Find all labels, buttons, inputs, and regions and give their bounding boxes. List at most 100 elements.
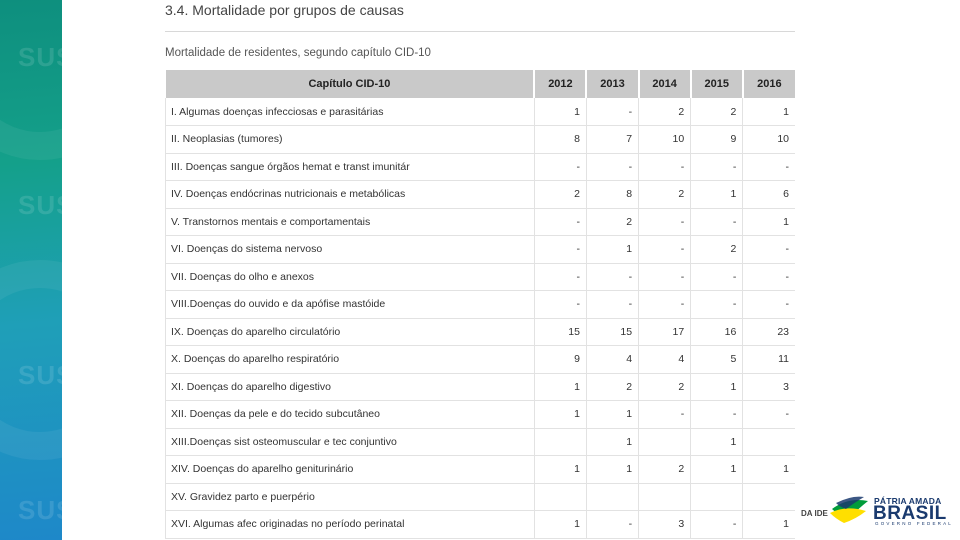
- year-value-cell: 1: [742, 510, 795, 539]
- year-value-cell: 5: [690, 345, 744, 374]
- year-value-cell: [638, 428, 692, 456]
- year-value-cell: -: [534, 208, 587, 236]
- year-value-cell: 17: [638, 318, 692, 346]
- year-value-cell: 2: [586, 208, 640, 236]
- chapter-cell: I. Algumas doenças infecciosas e parasit…: [165, 98, 535, 126]
- year-value-cell: -: [586, 98, 640, 126]
- year-value-cell: -: [742, 290, 795, 319]
- year-value-cell: 1: [742, 98, 795, 126]
- header-cell: 2016: [742, 70, 795, 98]
- table-row: III. Doenças sangue órgãos hemat e trans…: [165, 153, 795, 181]
- year-value-cell: 10: [742, 125, 795, 154]
- patria-amada-brasil-logo: PÁTRIA AMADA BRASIL GOVERNO FEDERAL: [828, 494, 951, 528]
- year-value-cell: -: [638, 263, 692, 291]
- logo-line-3: GOVERNO FEDERAL: [875, 521, 954, 526]
- chapter-cell: XII. Doenças da pele e do tecido subcutâ…: [165, 400, 535, 429]
- year-value-cell: [690, 483, 744, 511]
- year-value-cell: -: [586, 263, 640, 291]
- chapter-cell: II. Neoplasias (tumores): [165, 125, 535, 154]
- table-row: I. Algumas doenças infecciosas e parasit…: [165, 98, 795, 126]
- year-value-cell: 1: [534, 373, 587, 401]
- year-value-cell: 1: [534, 510, 587, 539]
- year-value-cell: 1: [742, 208, 795, 236]
- chapter-cell: III. Doenças sangue órgãos hemat e trans…: [165, 153, 535, 181]
- year-value-cell: 2: [638, 180, 692, 209]
- year-value-cell: 9: [534, 345, 587, 374]
- chapter-cell: XIII.Doenças sist osteomuscular e tec co…: [165, 428, 535, 456]
- watermark: SUS: [18, 42, 62, 72]
- year-value-cell: 1: [690, 180, 744, 209]
- section-title: 3.4. Mortalidade por grupos de causas: [165, 2, 404, 18]
- header-cell: 2015: [690, 70, 744, 98]
- year-value-cell: 7: [586, 125, 640, 154]
- year-value-cell: 16: [690, 318, 744, 346]
- watermark: SUS: [18, 190, 62, 220]
- table-header-row: Capítulo CID-10 2012 2013 2014 2015 2016: [165, 70, 795, 98]
- table-row: II. Neoplasias (tumores) 8 7 10 9 10: [165, 125, 795, 154]
- year-value-cell: -: [742, 235, 795, 264]
- side-panel: SUS SUS SUS SUS: [0, 0, 62, 540]
- table-row: VI. Doenças do sistema nervoso -1-2-: [165, 235, 795, 264]
- decorative-arc: [0, 0, 62, 160]
- year-value-cell: 1: [586, 400, 640, 429]
- table-row: XI. Doenças do aparelho digestivo 1 2 2 1 3: [165, 373, 795, 401]
- year-value-cell: 9: [690, 125, 744, 154]
- year-value-cell: [534, 483, 587, 511]
- year-value-cell: -: [638, 153, 692, 181]
- year-value-cell: -: [638, 400, 692, 429]
- year-value-cell: 2: [690, 98, 744, 126]
- year-value-cell: [742, 483, 795, 511]
- chapter-cell: XVI. Algumas afec originadas no período …: [165, 510, 535, 539]
- year-value-cell: 11: [742, 345, 795, 374]
- year-value-cell: -: [690, 208, 744, 236]
- year-value-cell: 2: [638, 373, 692, 401]
- year-value-cell: -: [690, 400, 744, 429]
- table-row: VIII.Doenças do ouvido e da apófise mast…: [165, 290, 795, 319]
- year-value-cell: 1: [690, 373, 744, 401]
- year-value-cell: 1: [586, 428, 640, 456]
- chapter-cell: XI. Doenças do aparelho digestivo: [165, 373, 535, 401]
- chapter-cell: VII. Doenças do olho e anexos: [165, 263, 535, 291]
- chapter-cell: V. Transtornos mentais e comportamentais: [165, 208, 535, 236]
- title-divider: [165, 31, 795, 32]
- year-value-cell: 1: [742, 455, 795, 484]
- table-body: I. Algumas doenças infecciosas e parasit…: [165, 98, 795, 539]
- watermark: SUS: [18, 495, 62, 525]
- year-value-cell: -: [690, 510, 744, 539]
- chapter-cell: XIV. Doenças do aparelho geniturinário: [165, 455, 535, 484]
- year-value-cell: -: [534, 290, 587, 319]
- year-value-cell: 2: [638, 455, 692, 484]
- chapter-cell: XV. Gravidez parto e puerpério: [165, 483, 535, 511]
- year-value-cell: 1: [534, 98, 587, 126]
- year-value-cell: 2: [638, 98, 692, 126]
- year-value-cell: -: [742, 400, 795, 429]
- year-value-cell: 10: [638, 125, 692, 154]
- partial-label: DA IDE: [801, 509, 828, 518]
- year-value-cell: 1: [690, 428, 744, 456]
- year-value-cell: -: [690, 290, 744, 319]
- year-value-cell: 1: [534, 400, 587, 429]
- year-value-cell: 2: [534, 180, 587, 209]
- year-value-cell: 2: [586, 373, 640, 401]
- table-row: IX. Doenças do aparelho circulatório 15 15…: [165, 318, 795, 346]
- year-value-cell: 3: [742, 373, 795, 401]
- table-row: XV. Gravidez parto e puerpério: [165, 483, 795, 511]
- year-value-cell: -: [638, 290, 692, 319]
- year-value-cell: [638, 483, 692, 511]
- year-value-cell: 1: [690, 455, 744, 484]
- chapter-cell: VIII.Doenças do ouvido e da apófise mast…: [165, 290, 535, 319]
- year-value-cell: 6: [742, 180, 795, 209]
- table-row: XIII.Doenças sist osteomuscular e tec co…: [165, 428, 795, 456]
- year-value-cell: -: [638, 208, 692, 236]
- year-value-cell: -: [534, 263, 587, 291]
- year-value-cell: [742, 428, 795, 456]
- year-value-cell: 8: [534, 125, 587, 154]
- year-value-cell: 2: [690, 235, 744, 264]
- year-value-cell: 15: [534, 318, 587, 346]
- chapter-cell: IV. Doenças endócrinas nutricionais e me…: [165, 180, 535, 209]
- table-row: X. Doenças do aparelho respiratório 9 4 4 5 1…: [165, 345, 795, 374]
- year-value-cell: 4: [586, 345, 640, 374]
- year-value-cell: 23: [742, 318, 795, 346]
- chapter-cell: X. Doenças do aparelho respiratório: [165, 345, 535, 374]
- year-value-cell: 1: [586, 235, 640, 264]
